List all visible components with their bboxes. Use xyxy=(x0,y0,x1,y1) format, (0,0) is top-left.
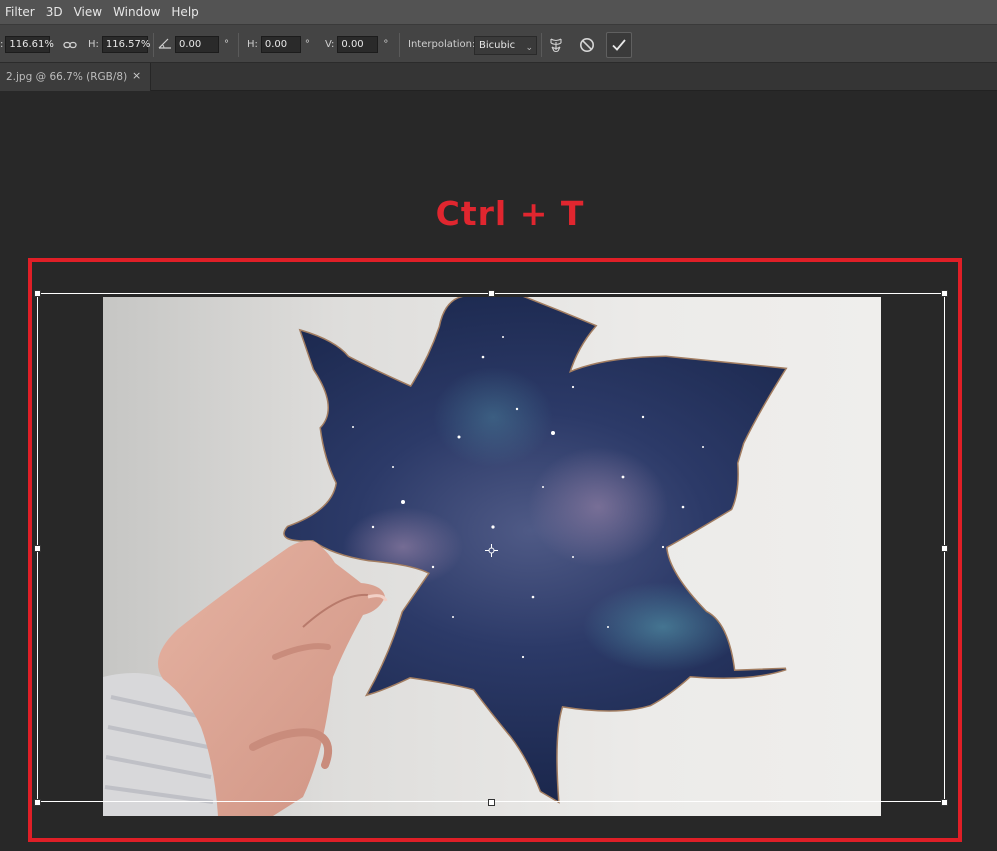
menu-help[interactable]: Help xyxy=(166,0,204,24)
reference-point-icon[interactable] xyxy=(485,542,498,557)
skew-v-field[interactable]: 0.00 xyxy=(337,36,379,53)
shortcut-caption: Ctrl + T xyxy=(435,194,585,233)
document-tab-bar: 2.jpg @ 66.7% (RGB/8) × xyxy=(0,63,997,91)
separator xyxy=(238,33,239,57)
link-icon[interactable] xyxy=(58,34,82,56)
transform-handle-middle-left[interactable] xyxy=(34,545,41,552)
transform-handle-bottom-left[interactable] xyxy=(34,799,41,806)
transform-handle-bottom-center[interactable] xyxy=(488,799,495,806)
options-bar: : 116.61% H: 116.57% 0.00 ° H: 0.00 ° V:… xyxy=(0,24,997,63)
document-tab-title: 2.jpg @ 66.7% (RGB/8) xyxy=(6,71,128,83)
close-icon[interactable]: × xyxy=(132,69,141,82)
height-group: H: 116.57% xyxy=(88,25,150,64)
width-percent-field[interactable]: 116.61% xyxy=(5,36,54,53)
separator xyxy=(399,33,400,57)
menu-view[interactable]: View xyxy=(69,0,108,24)
transform-handle-middle-right[interactable] xyxy=(941,545,948,552)
transform-handle-top-right[interactable] xyxy=(941,290,948,297)
cancel-icon[interactable] xyxy=(575,34,599,56)
interpolation-label-wrap: Interpolation: xyxy=(408,25,475,64)
skew-h-field[interactable]: 0.00 xyxy=(260,36,301,53)
menu-3d[interactable]: 3D xyxy=(41,0,69,24)
height-percent-field[interactable]: 116.57% xyxy=(101,36,150,53)
menu-filter[interactable]: Filter xyxy=(0,0,41,24)
rotate-group: 0.00 ° xyxy=(158,25,229,64)
menu-bar: Filter 3D View Window Help xyxy=(0,0,997,24)
width-group: : 116.61% xyxy=(0,25,54,64)
chevron-down-icon: ⌄ xyxy=(525,43,533,53)
degree-symbol: ° xyxy=(304,39,310,50)
skew-v-label: V: xyxy=(325,39,335,50)
transform-handle-bottom-right[interactable] xyxy=(941,799,948,806)
degree-symbol: ° xyxy=(383,39,389,50)
degree-symbol: ° xyxy=(224,39,229,50)
document-tab[interactable]: 2.jpg @ 66.7% (RGB/8) × xyxy=(0,63,151,91)
transform-handle-top-left[interactable] xyxy=(34,290,41,297)
interpolation-value: Bicubic xyxy=(479,40,516,51)
warp-icon[interactable] xyxy=(544,34,568,56)
menu-window[interactable]: Window xyxy=(108,0,166,24)
commit-icon[interactable] xyxy=(606,32,632,58)
interpolation-dropdown[interactable]: Bicubic ⌄ xyxy=(474,36,537,55)
width-label-fragment: : xyxy=(0,39,4,50)
height-label: H: xyxy=(88,39,99,50)
rotate-angle-field[interactable]: 0.00 xyxy=(175,36,219,53)
angle-icon xyxy=(158,37,172,52)
skew-horizontal-group: H: 0.00 ° xyxy=(247,25,310,64)
interpolation-label: Interpolation: xyxy=(408,39,476,50)
separator xyxy=(541,33,542,57)
separator xyxy=(153,33,154,57)
skew-vertical-group: V: 0.00 ° xyxy=(325,25,388,64)
skew-h-label: H: xyxy=(247,39,258,50)
photoshop-window: Filter 3D View Window Help : 116.61% H: … xyxy=(0,0,997,851)
transform-handle-top-center[interactable] xyxy=(488,290,495,297)
